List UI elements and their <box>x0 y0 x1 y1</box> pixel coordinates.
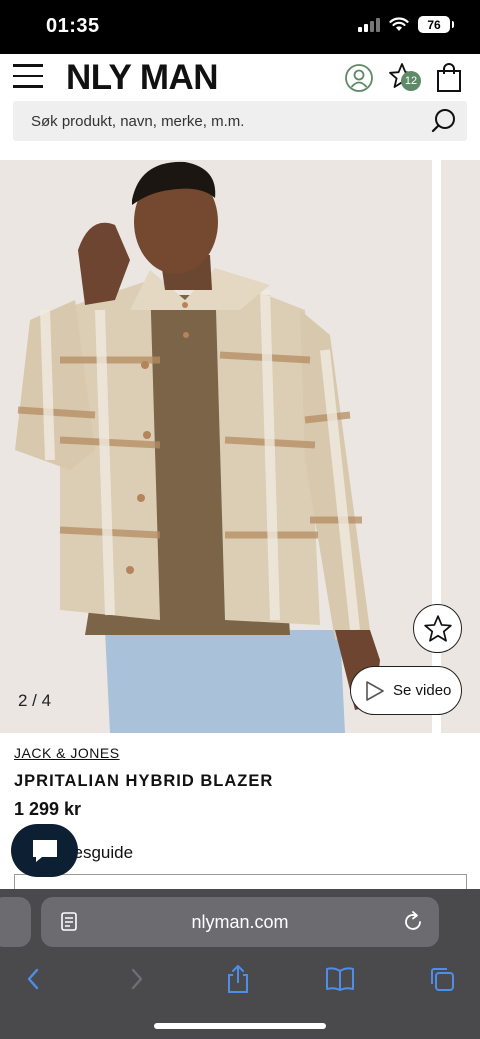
product-photo <box>0 160 432 733</box>
product-price: 1 299 kr <box>14 799 82 819</box>
chat-icon <box>32 839 57 862</box>
account-icon <box>345 64 373 92</box>
search-icon[interactable] <box>431 108 457 134</box>
previous-tab[interactable] <box>0 897 31 947</box>
status-icons: 76 <box>358 16 454 33</box>
share-button[interactable] <box>223 964 253 994</box>
home-indicator <box>154 1023 326 1029</box>
site-logo[interactable]: NLY MAN <box>66 58 219 98</box>
shopping-bag-button[interactable] <box>436 63 462 93</box>
watch-video-label: Se video <box>393 682 452 699</box>
chat-button[interactable] <box>11 824 78 877</box>
forward-button[interactable] <box>122 964 152 994</box>
wifi-icon <box>389 17 409 31</box>
product-brand-link[interactable]: JACK & JONES <box>14 745 120 761</box>
search-placeholder: Søk produkt, navn, merke, m.m. <box>31 112 245 130</box>
favorites-count-badge: 12 <box>401 71 421 91</box>
status-bar: 01:35 76 <box>0 0 480 54</box>
bag-icon <box>437 63 461 92</box>
tabs-button[interactable] <box>427 964 457 994</box>
bookmarks-button[interactable] <box>325 964 355 994</box>
address-bar[interactable]: nlyman.com <box>41 897 439 947</box>
product-image-gallery[interactable]: 2 / 4 <box>0 160 480 733</box>
bookmarks-icon <box>326 967 354 991</box>
product-name: JPRITALIAN HYBRID BLAZER <box>14 772 274 790</box>
search-input[interactable]: Søk produkt, navn, merke, m.m. <box>13 101 467 141</box>
play-icon <box>366 680 384 701</box>
back-button[interactable] <box>18 964 48 994</box>
reload-icon[interactable] <box>401 910 425 934</box>
forward-icon <box>131 968 143 990</box>
menu-icon <box>13 64 43 67</box>
browser-toolbar: nlyman.com <box>0 889 480 1039</box>
battery-indicator: 76 <box>418 16 454 33</box>
status-time: 01:35 <box>46 15 100 37</box>
url-text: nlyman.com <box>191 911 289 932</box>
product-image[interactable] <box>0 160 432 733</box>
back-icon <box>27 968 39 990</box>
site-header: NLY MAN 12 <box>0 54 480 102</box>
share-icon <box>228 964 248 993</box>
favorites-button[interactable]: 12 <box>388 62 424 94</box>
star-icon <box>423 614 452 642</box>
reader-icon[interactable] <box>59 911 81 933</box>
watch-video-button[interactable]: Se video <box>350 666 462 715</box>
image-counter: 2 / 4 <box>18 691 52 710</box>
browser-nav <box>0 959 480 999</box>
account-button[interactable] <box>344 63 374 93</box>
tabs-icon <box>431 968 454 991</box>
signal-icon <box>358 17 380 32</box>
menu-button[interactable] <box>13 64 45 90</box>
add-to-favorites-button[interactable] <box>413 604 462 653</box>
